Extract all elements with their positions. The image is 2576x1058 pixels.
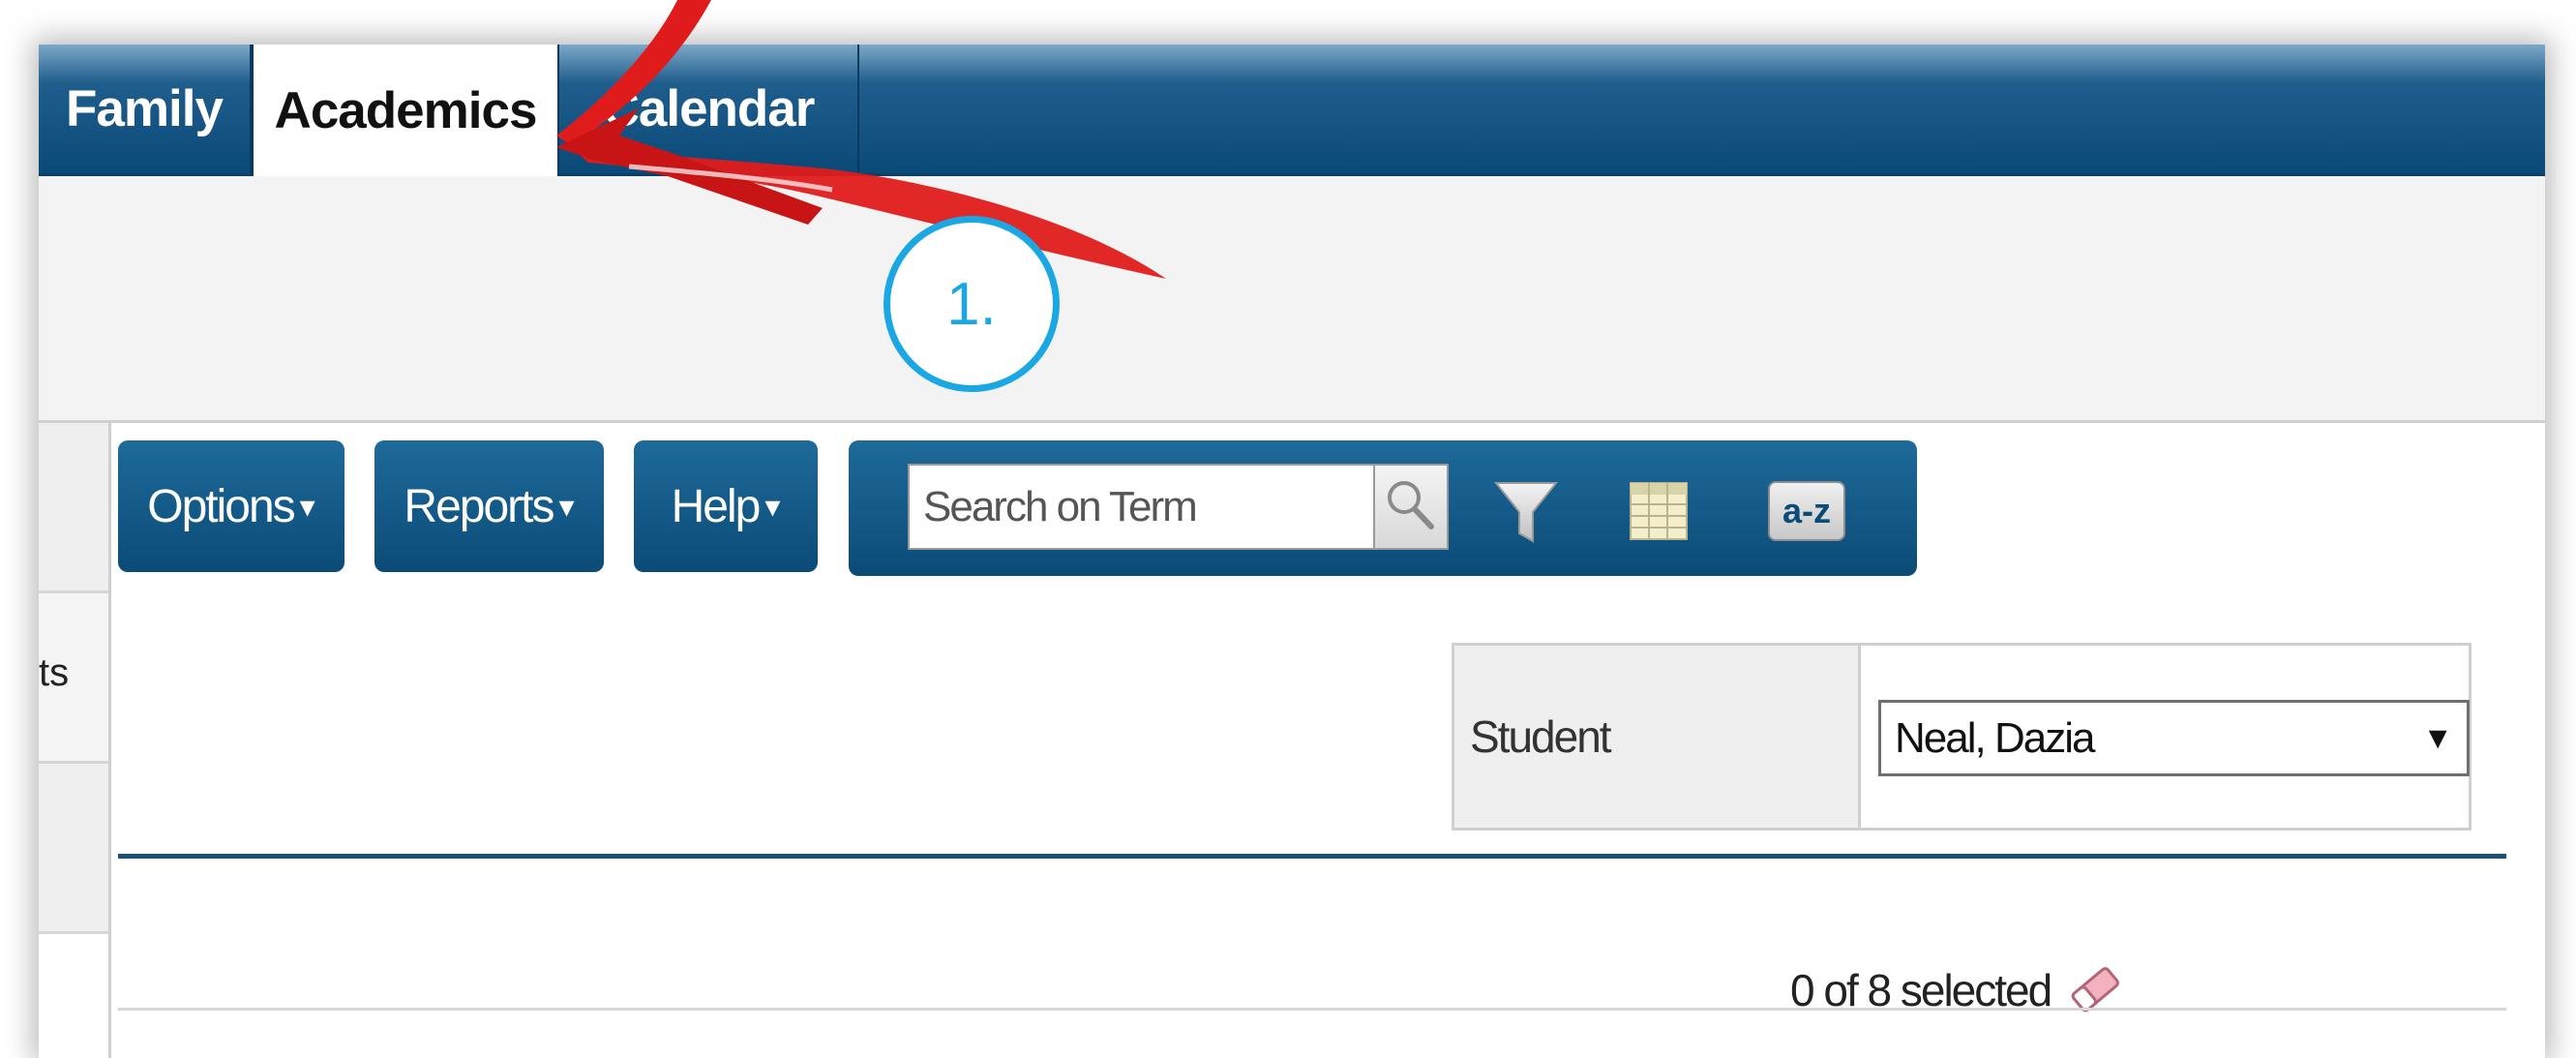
sort-az-label: a-z (1782, 491, 1831, 530)
caret-down-icon: ▾ (299, 489, 315, 524)
search-button[interactable] (1375, 464, 1449, 550)
filter-icon[interactable] (1492, 477, 1560, 547)
sub-header-area (39, 176, 2545, 423)
grid-icon[interactable] (1629, 481, 1689, 541)
side-tab-2[interactable]: ts (39, 593, 108, 764)
options-label: Options (147, 480, 295, 532)
side-tab-1[interactable] (39, 423, 108, 593)
step-number-badge: 1. (884, 216, 1060, 392)
section-divider (118, 854, 2506, 859)
caret-down-icon: ▾ (764, 489, 781, 524)
tab-calendar[interactable]: Calendar (559, 45, 859, 173)
tab-academics[interactable]: Academics (252, 45, 559, 176)
top-tab-bar: Family Academics Calendar (39, 45, 2545, 176)
options-menu-button[interactable]: Options ▾ (118, 440, 344, 572)
selection-count: 0 of 8 selected (1790, 958, 2124, 1022)
student-selected-value: Neal, Dazia (1895, 713, 2095, 762)
side-tab-3[interactable] (39, 764, 108, 934)
side-tab-label: ts (39, 651, 70, 694)
reports-label: Reports (404, 480, 554, 532)
student-label: Student (1454, 646, 1861, 828)
help-menu-button[interactable]: Help ▾ (634, 440, 818, 572)
student-select[interactable]: Neal, Dazia ▼ (1878, 700, 2470, 776)
search-toolbar: a-z (849, 440, 1917, 576)
dropdown-arrow-icon: ▼ (2422, 720, 2453, 755)
tab-family[interactable]: Family (39, 45, 252, 173)
student-filter: Student Neal, Dazia ▼ (1452, 643, 2471, 831)
caret-down-icon: ▾ (558, 489, 575, 524)
reports-menu-button[interactable]: Reports ▾ (374, 440, 604, 572)
sort-az-icon[interactable]: a-z (1768, 481, 1845, 541)
search-icon (1388, 481, 1434, 529)
table-top-border (118, 1008, 2506, 1011)
search-input[interactable] (908, 464, 1375, 550)
help-label: Help (671, 480, 762, 532)
side-tabs: ts (39, 423, 111, 1058)
